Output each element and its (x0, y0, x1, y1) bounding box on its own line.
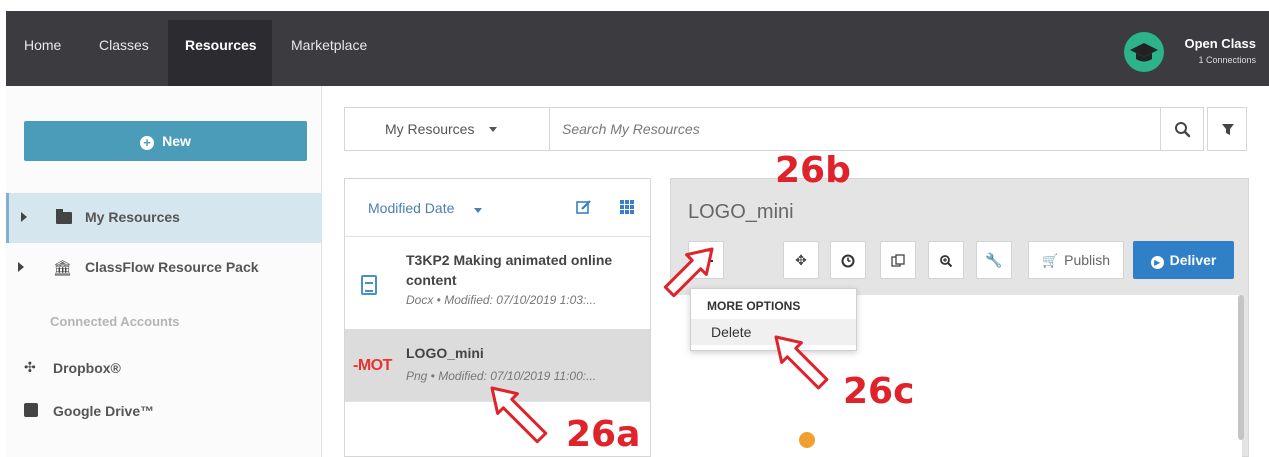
annotation-label-c: 26c (843, 371, 915, 412)
annotation-arrow-c (774, 335, 829, 390)
annotation-arrow-a (490, 386, 548, 444)
annotation-label-a: 26a (566, 414, 641, 455)
annotation-label-b: 26b (775, 150, 851, 191)
annotation-arrows (490, 247, 829, 444)
annotation-arrow-b (663, 247, 714, 298)
